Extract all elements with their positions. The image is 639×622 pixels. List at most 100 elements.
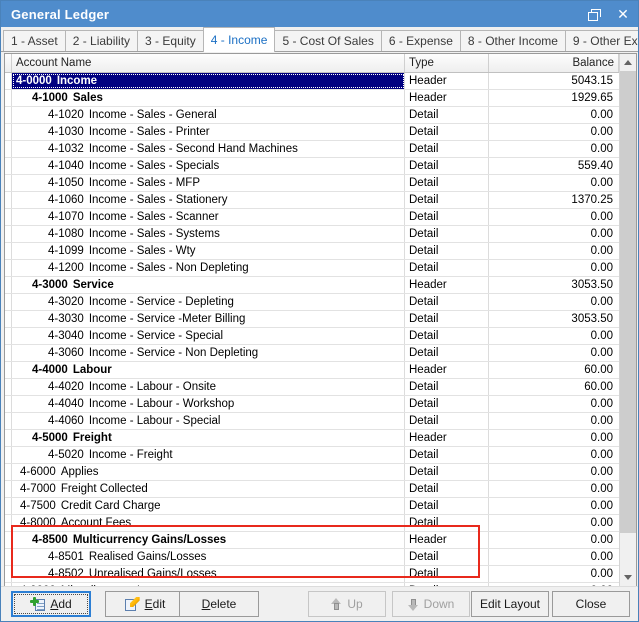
- table-row[interactable]: 4-1032 Income - Sales - Second Hand Machi…: [5, 141, 619, 158]
- account-code: 4-1070: [48, 211, 84, 223]
- edit-layout-button[interactable]: Edit Layout: [471, 591, 549, 617]
- account-name-text: Realised Gains/Losses: [88, 551, 207, 563]
- vertical-scrollbar[interactable]: [619, 54, 636, 586]
- account-name-text: Freight: [72, 432, 112, 444]
- cell-account-name: 4-8500 Multicurrency Gains/Losses: [12, 532, 405, 548]
- scrollbar-thumb[interactable]: [620, 71, 636, 533]
- table-row[interactable]: 4-1030 Income - Sales - Printer Detail 0.00: [5, 124, 619, 141]
- table-row[interactable]: 4-1040 Income - Sales - Specials Detail 559…: [5, 158, 619, 175]
- close-window-icon[interactable]: ✕: [608, 1, 638, 27]
- delete-button[interactable]: Delete: [179, 591, 259, 617]
- account-name-text: Account Fees: [60, 517, 132, 529]
- account-code: 4-4060: [48, 415, 84, 427]
- row-gutter: [5, 124, 12, 140]
- cell-type: Detail: [405, 515, 489, 531]
- table-row[interactable]: 4-8501 Realised Gains/Losses Detail 0.00: [5, 549, 619, 566]
- edit-button[interactable]: Edit: [105, 591, 185, 617]
- cell-account-name: 4-7500 Credit Card Charge: [12, 498, 405, 514]
- table-row[interactable]: 4-1050 Income - Sales - MFP Detail 0.00: [5, 175, 619, 192]
- row-gutter: [5, 260, 12, 276]
- cell-account-name: 4-3040 Income - Service - Special: [12, 328, 405, 344]
- close-button[interactable]: Close: [552, 591, 630, 617]
- account-code: 4-3030: [48, 313, 84, 325]
- table-row[interactable]: 4-5000 Freight Header 0.00: [5, 430, 619, 447]
- table-row[interactable]: 4-4000 Labour Header 60.00: [5, 362, 619, 379]
- table-row[interactable]: 4-8000 Account Fees Detail 0.00: [5, 515, 619, 532]
- tab-2-liability[interactable]: 2 - Liability: [64, 30, 139, 51]
- account-name-text: Income - Sales - Wty: [88, 245, 196, 257]
- cell-type: Detail: [405, 226, 489, 242]
- account-name-text: Income - Service - Non Depleting: [88, 347, 259, 359]
- cell-type: Detail: [405, 158, 489, 174]
- cell-balance: 0.00: [590, 330, 613, 342]
- table-row[interactable]: 4-1080 Income - Sales - Systems Detail 0.00: [5, 226, 619, 243]
- cell-balance: 3053.50: [571, 313, 613, 325]
- add-button[interactable]: Add: [11, 591, 91, 617]
- table-row[interactable]: 4-1020 Income - Sales - General Detail 0.00: [5, 107, 619, 124]
- table-row[interactable]: 4-8502 Unrealised Gains/Losses Detail 0.00: [5, 566, 619, 583]
- row-gutter: [5, 532, 12, 548]
- tab-8-other-income[interactable]: 8 - Other Income: [459, 30, 566, 51]
- move-down-button-label: Down: [423, 597, 455, 611]
- account-code: 4-4020: [48, 381, 84, 393]
- tab-5-cost-of-sales[interactable]: 5 - Cost Of Sales: [274, 30, 382, 51]
- table-row[interactable]: 4-4040 Income - Labour - Workshop Detail 0.…: [5, 396, 619, 413]
- tab-3-equity[interactable]: 3 - Equity: [137, 30, 204, 51]
- cell-balance: 559.40: [577, 160, 613, 172]
- table-row[interactable]: 4-1000 Sales Header 1929.65: [5, 90, 619, 107]
- table-row[interactable]: 4-6000 Applies Detail 0.00: [5, 464, 619, 481]
- column-header-type[interactable]: Type: [405, 54, 489, 72]
- account-code: 4-5020: [48, 449, 84, 461]
- table-row[interactable]: 4-1099 Income - Sales - Wty Detail 0.00: [5, 243, 619, 260]
- table-row[interactable]: 4-3030 Income - Service -Meter Billing Det…: [5, 311, 619, 328]
- scrollbar-track[interactable]: [620, 71, 636, 569]
- tab-4-income[interactable]: 4 - Income: [202, 27, 276, 52]
- account-code: 4-4000: [32, 364, 68, 376]
- tab-6-expense[interactable]: 6 - Expense: [380, 30, 461, 51]
- row-gutter: [5, 515, 12, 531]
- table-row[interactable]: 4-3000 Service Header 3053.50: [5, 277, 619, 294]
- cell-account-name: 4-7000 Freight Collected: [12, 481, 405, 497]
- column-header-account-name[interactable]: Account Name: [12, 54, 405, 72]
- table-row[interactable]: 4-1070 Income - Sales - Scanner Detail 0.00: [5, 209, 619, 226]
- account-name-text: Multicurrency Gains/Losses: [72, 534, 227, 546]
- add-document-icon: [30, 597, 46, 611]
- cell-balance: 0.00: [590, 449, 613, 461]
- tab-9-other-expense[interactable]: 9 - Other Expense: [564, 30, 638, 51]
- cell-type: Detail: [405, 345, 489, 361]
- cell-balance: 0.00: [590, 143, 613, 155]
- cell-balance: 0.00: [590, 177, 613, 189]
- cell-type: Detail: [405, 498, 489, 514]
- restore-window-icon[interactable]: [578, 1, 608, 27]
- table-row[interactable]: 4-3020 Income - Service - Depleting Detail…: [5, 294, 619, 311]
- cell-type: Detail: [405, 243, 489, 259]
- account-code: 4-6000: [20, 466, 56, 478]
- column-header-balance[interactable]: Balance: [489, 54, 619, 72]
- scroll-down-arrow-icon[interactable]: [620, 569, 636, 586]
- table-row[interactable]: 4-5020 Income - Freight Detail 0.00: [5, 447, 619, 464]
- cell-account-name: 4-4060 Income - Labour - Special: [12, 413, 405, 429]
- restore-glyph: [587, 9, 601, 21]
- move-down-button[interactable]: Down: [392, 591, 470, 617]
- edit-pencil-icon: [124, 597, 140, 611]
- row-gutter: [5, 413, 12, 429]
- table-row[interactable]: 4-3060 Income - Service - Non Depleting De…: [5, 345, 619, 362]
- table-row[interactable]: 4-7000 Freight Collected Detail 0.00: [5, 481, 619, 498]
- table-row[interactable]: 4-4020 Income - Labour - Onsite Detail 60.0…: [5, 379, 619, 396]
- cell-account-name: 4-5000 Freight: [12, 430, 405, 446]
- table-row[interactable]: 4-1060 Income - Sales - Stationery Detail 1…: [5, 192, 619, 209]
- scroll-up-arrow-icon[interactable]: [620, 54, 636, 71]
- cell-account-name: 4-0000 Income: [12, 73, 405, 89]
- table-row[interactable]: 4-7500 Credit Card Charge Detail 0.00: [5, 498, 619, 515]
- table-row[interactable]: 4-3040 Income - Service - Special Detail 0.…: [5, 328, 619, 345]
- table-row[interactable]: 4-8500 Multicurrency Gains/Losses Header 0.…: [5, 532, 619, 549]
- account-name-text: Income - Sales - MFP: [88, 177, 201, 189]
- table-row[interactable]: 4-4060 Income - Labour - Special Detail 0.0…: [5, 413, 619, 430]
- account-code: 4-8502: [48, 568, 84, 580]
- table-row[interactable]: 4-1200 Income - Sales - Non Depleting Deta…: [5, 260, 619, 277]
- tab-1-asset[interactable]: 1 - Asset: [3, 30, 66, 51]
- footer-toolbar: Add Edit Delete Up Down Edit Layout Clos…: [1, 586, 638, 621]
- cell-account-name: 4-3060 Income - Service - Non Depleting: [12, 345, 405, 361]
- table-row[interactable]: 4-0000 Income Header 5043.15: [5, 73, 619, 90]
- move-up-button[interactable]: Up: [308, 591, 386, 617]
